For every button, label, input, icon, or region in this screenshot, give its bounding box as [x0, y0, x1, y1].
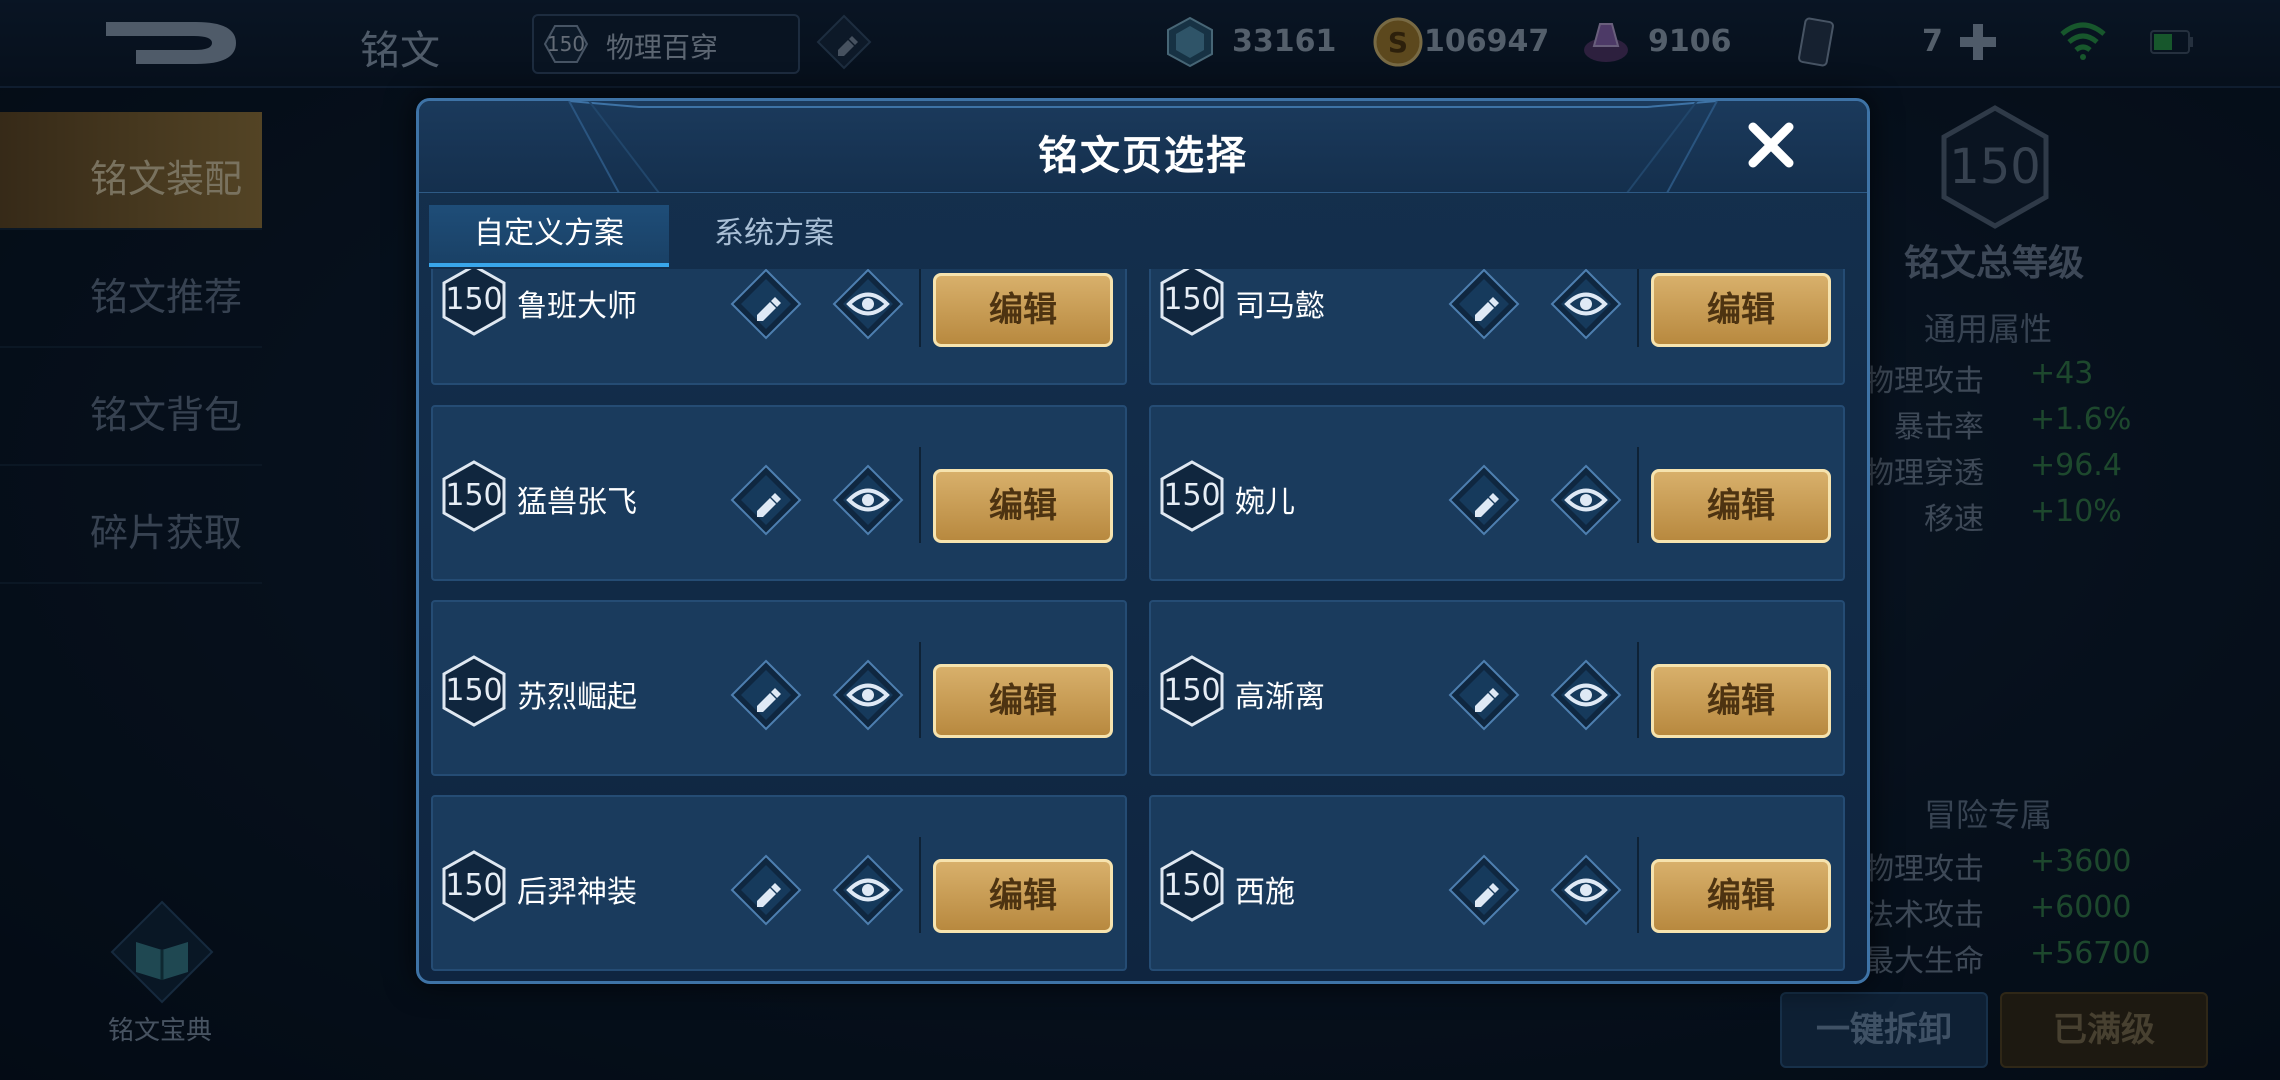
page-level-badge: 150 [441, 269, 507, 337]
page-name: 西施 [1235, 875, 1295, 910]
close-icon[interactable] [1743, 117, 1799, 173]
tab-system-plans[interactable]: 系统方案 [689, 205, 859, 263]
edit-button[interactable]: 编辑 [1651, 469, 1831, 543]
page-level-badge: 150 [441, 459, 507, 533]
dialog-header: 铭文页选择 [419, 101, 1867, 193]
inscription-page-card[interactable]: 150 婉儿 编辑 [1149, 405, 1845, 581]
page-level-badge: 150 [1159, 269, 1225, 337]
preview-eye-icon[interactable] [1549, 269, 1623, 341]
rename-pencil-icon[interactable] [1447, 269, 1521, 341]
inscription-page-list[interactable]: 150 鲁班大师 编辑 150 司马懿 编辑 150 猛兽张飞 编辑 150 婉儿 编辑 150 苏烈崛起… [431, 269, 1855, 981]
inscription-page-card[interactable]: 150 鲁班大师 编辑 [431, 269, 1127, 385]
rename-pencil-icon[interactable] [729, 463, 803, 537]
card-divider [1637, 642, 1639, 738]
page-name: 猛兽张飞 [517, 485, 637, 520]
tab-custom-plans[interactable]: 自定义方案 [429, 205, 669, 267]
page-level-badge: 150 [441, 849, 507, 923]
rename-pencil-icon[interactable] [1447, 853, 1521, 927]
inscription-page-card[interactable]: 150 司马懿 编辑 [1149, 269, 1845, 385]
preview-eye-icon[interactable] [1549, 658, 1623, 732]
inscription-page-card[interactable]: 150 西施 编辑 [1149, 795, 1845, 971]
card-divider [1637, 447, 1639, 543]
preview-eye-icon[interactable] [1549, 853, 1623, 927]
edit-button[interactable]: 编辑 [933, 469, 1113, 543]
page-level-badge: 150 [1159, 459, 1225, 533]
edit-button[interactable]: 编辑 [1651, 273, 1831, 347]
rename-pencil-icon[interactable] [729, 853, 803, 927]
page-name: 苏烈崛起 [517, 680, 637, 715]
page-name: 后羿神装 [517, 875, 637, 910]
preview-eye-icon[interactable] [831, 658, 905, 732]
inscription-page-card[interactable]: 150 猛兽张飞 编辑 [431, 405, 1127, 581]
inscription-page-card[interactable]: 150 苏烈崛起 编辑 [431, 600, 1127, 776]
inscription-page-card[interactable]: 150 后羿神装 编辑 [431, 795, 1127, 971]
rename-pencil-icon[interactable] [1447, 463, 1521, 537]
page-name: 司马懿 [1235, 289, 1325, 324]
dialog-title: 铭文页选择 [1038, 133, 1248, 179]
page-level-badge: 150 [1159, 849, 1225, 923]
card-divider [919, 447, 921, 543]
page-level-badge: 150 [1159, 654, 1225, 728]
page-name: 鲁班大师 [517, 289, 637, 324]
card-divider [919, 837, 921, 933]
edit-button[interactable]: 编辑 [1651, 664, 1831, 738]
rename-pencil-icon[interactable] [729, 269, 803, 341]
rename-pencil-icon[interactable] [729, 658, 803, 732]
preview-eye-icon[interactable] [831, 463, 905, 537]
inscription-page-select-dialog: 铭文页选择 自定义方案 系统方案 150 鲁班大师 编辑 150 司马懿 编辑 150 猛兽张… [416, 98, 1870, 984]
card-divider [919, 642, 921, 738]
preview-eye-icon[interactable] [831, 269, 905, 341]
edit-button[interactable]: 编辑 [1651, 859, 1831, 933]
preview-eye-icon[interactable] [1549, 463, 1623, 537]
preview-eye-icon[interactable] [831, 853, 905, 927]
inscription-page-card[interactable]: 150 高渐离 编辑 [1149, 600, 1845, 776]
edit-button[interactable]: 编辑 [933, 273, 1113, 347]
page-name: 婉儿 [1235, 485, 1295, 520]
card-divider [1637, 837, 1639, 933]
card-divider [919, 269, 921, 347]
card-divider [1637, 269, 1639, 347]
edit-button[interactable]: 编辑 [933, 664, 1113, 738]
page-name: 高渐离 [1235, 680, 1325, 715]
page-level-badge: 150 [441, 654, 507, 728]
edit-button[interactable]: 编辑 [933, 859, 1113, 933]
rename-pencil-icon[interactable] [1447, 658, 1521, 732]
